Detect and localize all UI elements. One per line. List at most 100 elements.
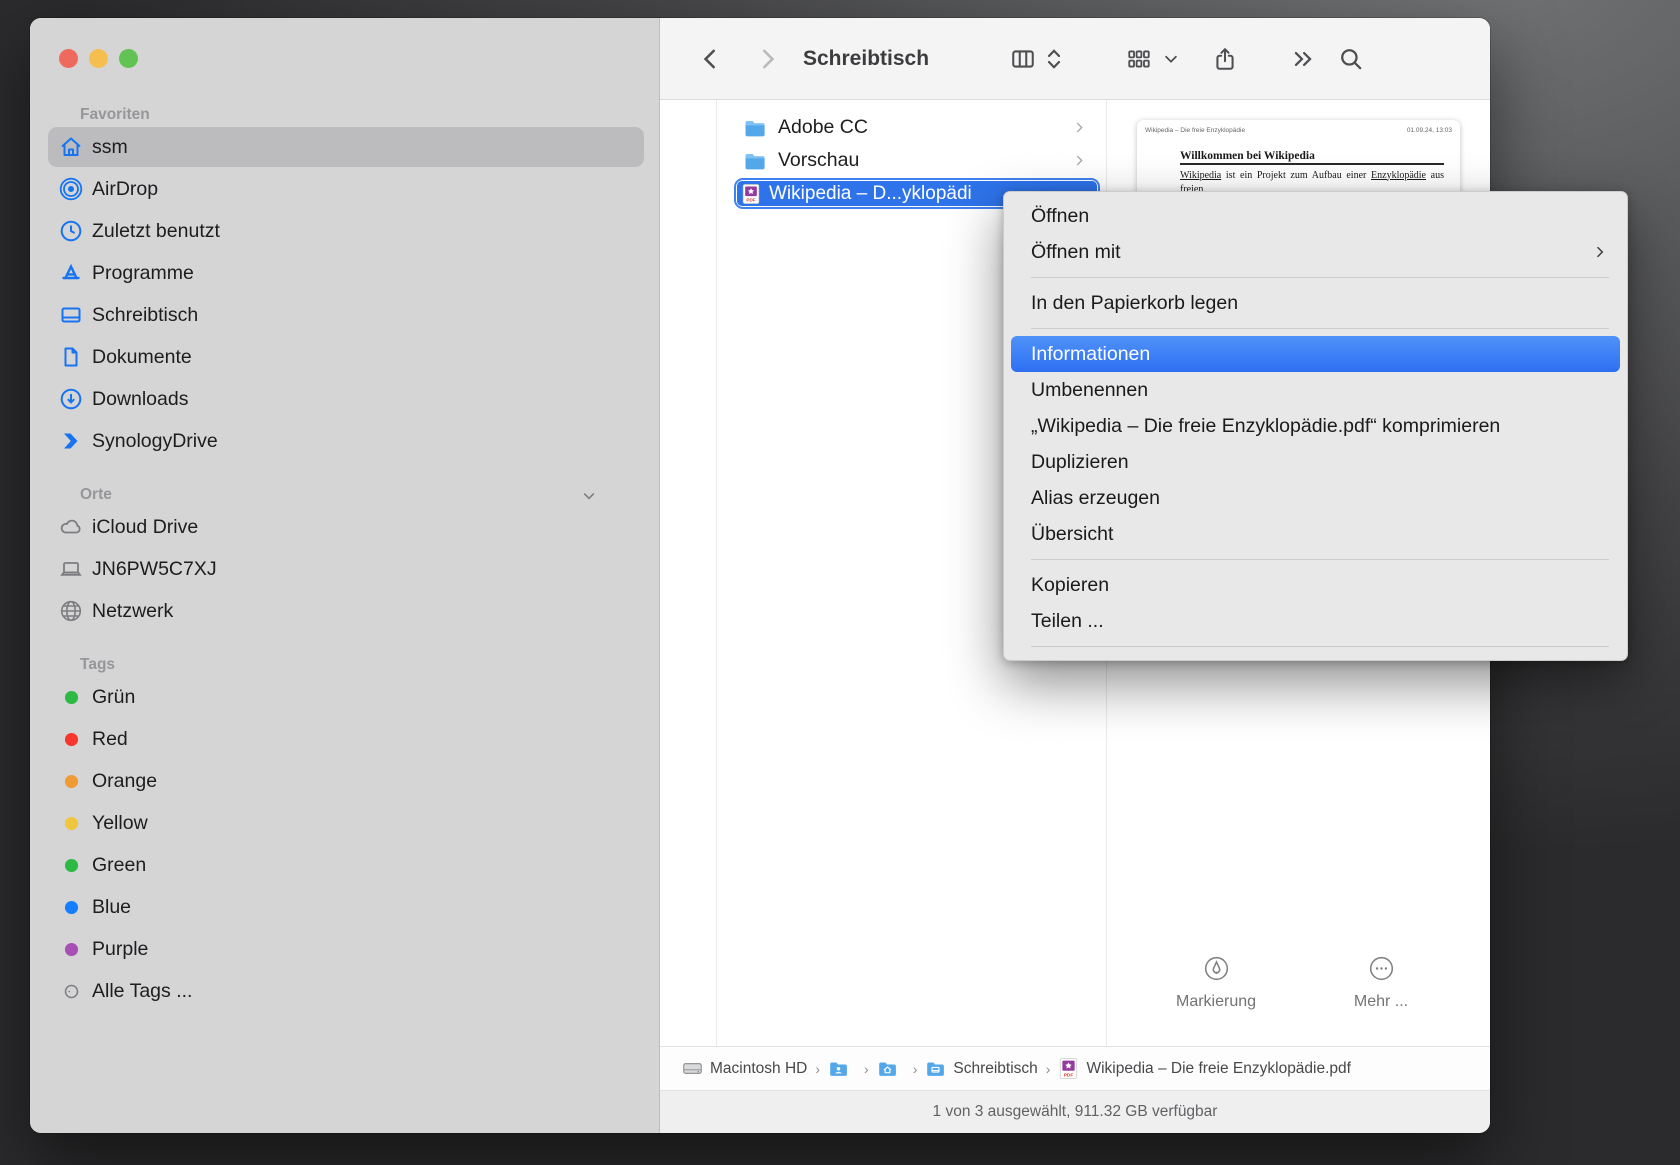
sidebar-item-label: iCloud Drive [92,516,198,539]
context-menu-item[interactable]: Teilen ... [1004,603,1627,639]
sidebar-item-ssm[interactable]: ssm [30,126,659,168]
sidebar-item-jn6pw5c7xj[interactable]: JN6PW5C7XJ [30,548,659,590]
sidebar-item-programme[interactable]: Programme [30,252,659,294]
path-separator-chevron: › [1046,1061,1051,1077]
sidebar-item-label: Red [92,728,128,751]
sidebar-item-green[interactable]: Green [30,844,659,886]
path-separator-chevron: › [864,1061,869,1077]
pdf-header-title: Wikipedia – Die freie Enzyklopädie [1145,127,1245,134]
sidebar-item-blue[interactable]: Blue [30,886,659,928]
cloud-icon [58,514,84,540]
folder-home-icon [877,1058,898,1079]
group-by-icon[interactable] [1126,18,1152,100]
sidebar-item-red[interactable]: Red [30,718,659,760]
context-menu-item[interactable]: Alias erzeugen [1004,480,1627,516]
sidebar-item-dokumente[interactable]: Dokumente [30,336,659,378]
quick-action-button[interactable]: Markierung [1161,955,1271,1011]
sidebar-sections: Favoriten ssm AirDrop Zuletzt benutztProgr… [30,106,659,1036]
status-text: 1 von 3 ausgewählt, 911.32 GB verfügbar [933,1103,1218,1121]
sidebar: Favoriten ssm AirDrop Zuletzt benutztProgr… [30,18,660,1133]
sidebar-item-schreibtisch[interactable]: Schreibtisch [30,294,659,336]
context-menu-item[interactable]: „Wikipedia – Die freie Enzyklopädie.pdf“… [1004,408,1627,444]
svg-text:PDF: PDF [1064,1072,1074,1078]
zoom-button[interactable] [119,49,138,68]
folder-icon [743,149,767,173]
chevron-down-icon[interactable] [1162,18,1180,100]
tag-dot-icon [58,810,84,836]
column-view-icon[interactable] [1010,18,1036,100]
sidebar-item-label: Green [92,854,146,877]
context-menu-item[interactable]: Duplizieren [1004,444,1627,480]
synology-icon [58,428,84,454]
file-name: Vorschau [778,149,859,172]
share-icon[interactable] [1212,18,1238,100]
sidebar-item-label: Alle Tags ... [92,980,192,1003]
sidebar-item-zuletzt-benutzt[interactable]: Zuletzt benutzt [30,210,659,252]
parent-column-stub [660,100,717,1046]
submenu-chevron-icon [1593,234,1607,270]
minimize-button[interactable] [89,49,108,68]
quick-action-label: Markierung [1176,993,1256,1011]
tag-dot-icon [58,726,84,752]
back-button[interactable] [698,18,724,100]
sidebar-item-downloads[interactable]: Downloads [30,378,659,420]
view-switcher-chevrons-icon[interactable] [1044,18,1064,100]
sidebar-item-purple[interactable]: Purple [30,928,659,970]
path-segment-label: Macintosh HD [710,1060,807,1078]
sidebar-item-label: Purple [92,938,148,961]
context-menu-item[interactable]: In den Papierkorb legen [1004,285,1627,321]
toolbar: Schreibtisch [660,18,1490,100]
sidebar-item-label: Orange [92,770,157,793]
folder-user-icon [828,1058,849,1079]
context-menu-item[interactable]: Umbenennen [1004,372,1627,408]
menu-separator [1031,559,1609,560]
path-segment[interactable]: Schreibtisch › [925,1058,1058,1079]
sidebar-item-gr-n[interactable]: Grün [30,676,659,718]
path-segment-label: Schreibtisch [953,1060,1037,1078]
sidebar-item-label: Dokumente [92,346,192,369]
chevron-down-icon[interactable] [581,488,597,504]
path-segment[interactable]: › [828,1058,877,1079]
context-menu: Öffnen Öffnen mit In den Papierkorb lege… [1003,191,1628,661]
sidebar-item-icloud-drive[interactable]: iCloud Drive [30,506,659,548]
quick-action-label: Mehr ... [1354,993,1408,1011]
sidebar-item-label: JN6PW5C7XJ [92,558,217,581]
context-menu-item[interactable]: Informationen [1011,336,1620,372]
quick-action-button[interactable]: Mehr ... [1326,955,1436,1011]
folder-desktop-icon [925,1058,946,1079]
more-toolbar-icon[interactable] [1290,18,1316,100]
file-row[interactable]: Vorschau [717,144,1106,177]
close-button[interactable] [59,49,78,68]
sidebar-item-synologydrive[interactable]: SynologyDrive [30,420,659,462]
tag-dot-icon [58,936,84,962]
chevron-right-icon [1073,121,1086,134]
tag-dot-icon [58,768,84,794]
sidebar-item-yellow[interactable]: Yellow [30,802,659,844]
path-segment[interactable]: PDF Wikipedia – Die freie Enzyklopädie.p… [1058,1058,1351,1079]
menu-separator [1031,646,1609,647]
menu-separator [1031,328,1609,329]
forward-button[interactable] [754,18,780,100]
path-segment[interactable]: › [877,1058,926,1079]
sidebar-section-header: Tags [80,656,659,676]
sidebar-item-airdrop[interactable]: AirDrop [30,168,659,210]
sidebar-item-label: AirDrop [92,178,158,201]
context-menu-item[interactable]: Übersicht [1004,516,1627,552]
context-menu-item[interactable]: Kopieren [1004,567,1627,603]
path-segment[interactable]: Macintosh HD › [682,1058,828,1079]
file-row[interactable]: Adobe CC [717,111,1106,144]
sidebar-item-alle-tags-[interactable]: Alle Tags ... [30,970,659,1012]
path-separator-chevron: › [815,1061,820,1077]
clock-icon [58,218,84,244]
appstore-icon [58,260,84,286]
context-menu-item[interactable]: Öffnen [1004,198,1627,234]
sidebar-item-label: Downloads [92,388,188,411]
all-tags-icon [58,978,84,1004]
sidebar-section-header: Favoriten [80,106,659,126]
search-icon[interactable] [1338,18,1364,100]
pdf-file-icon: PDF [741,184,761,204]
sidebar-item-orange[interactable]: Orange [30,760,659,802]
path-bar: Macintosh HD › › › Schreibtisch › PDF W [660,1046,1490,1090]
context-menu-item[interactable]: Öffnen mit [1004,234,1627,270]
sidebar-item-netzwerk[interactable]: Netzwerk [30,590,659,632]
